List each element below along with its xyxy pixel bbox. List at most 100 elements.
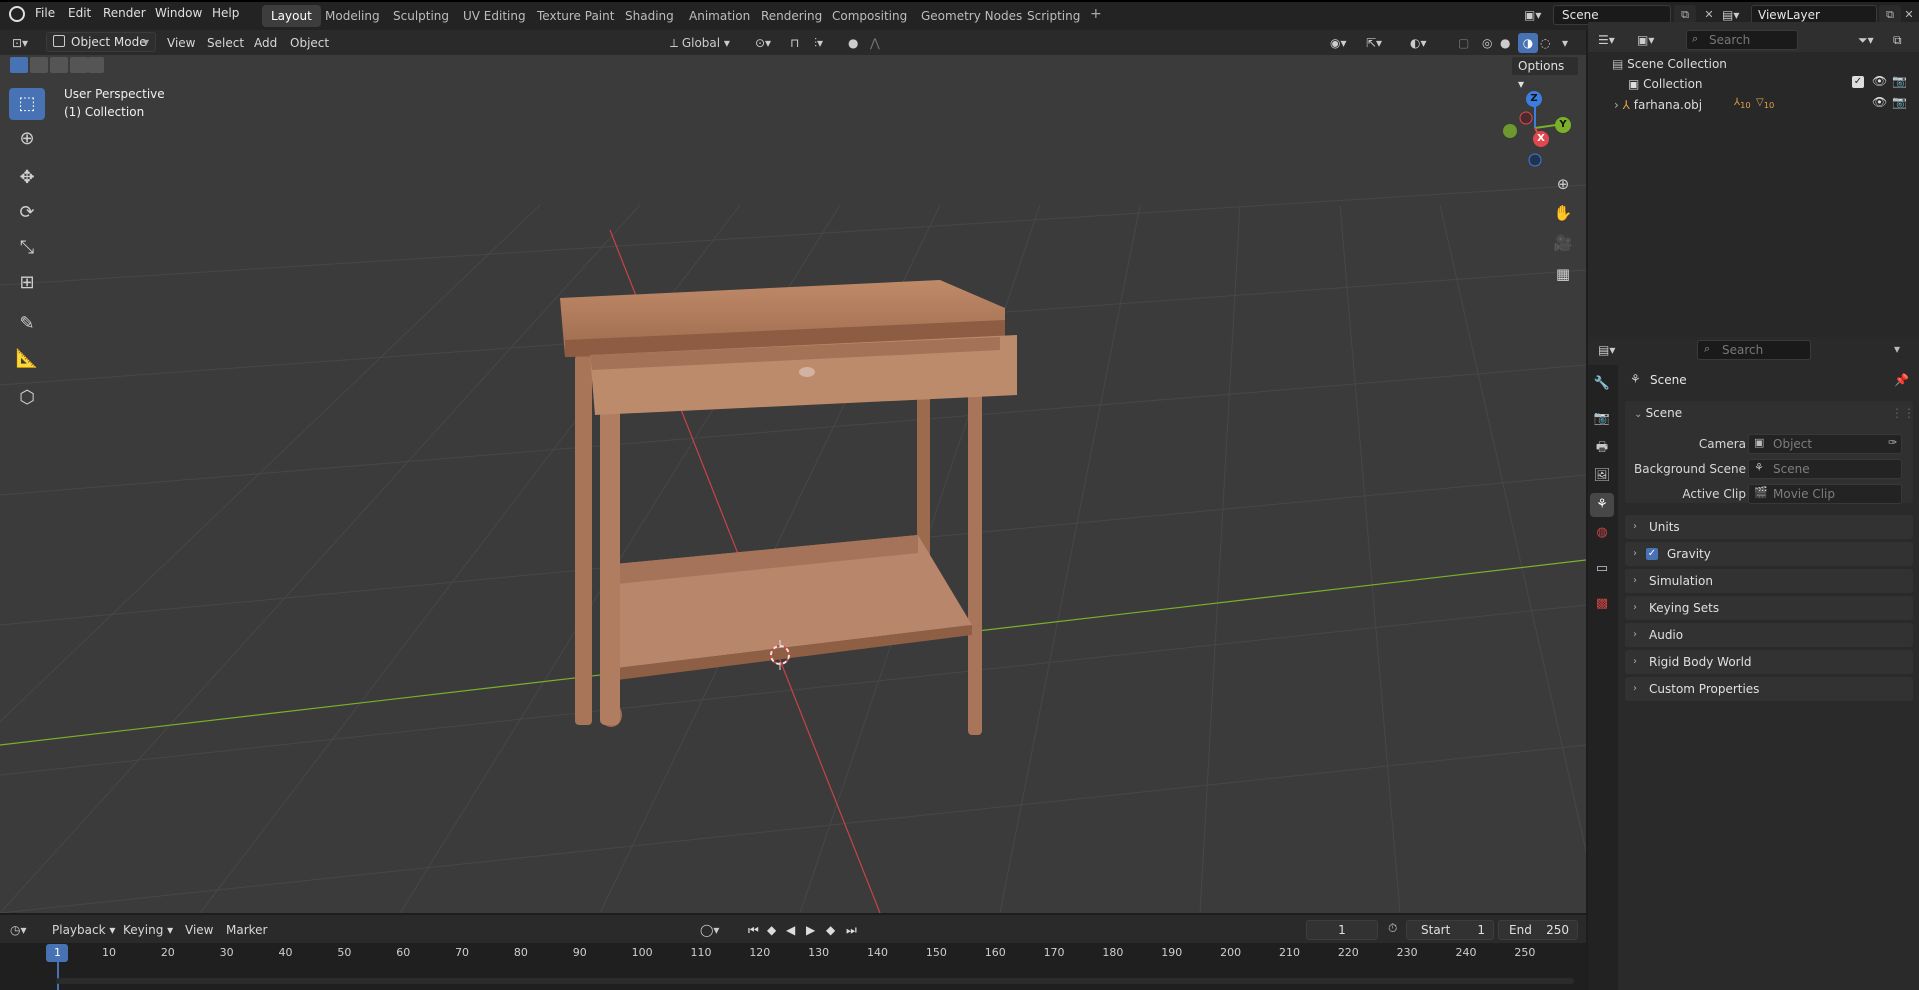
play-icon[interactable]: ▶ (806, 920, 820, 940)
select-box-new-icon[interactable] (10, 57, 28, 73)
snap-target-icon[interactable]: ⫶▾ (814, 33, 844, 53)
panel-rigid-body-world[interactable]: › Rigid Body World (1625, 650, 1913, 674)
blender-logo-icon[interactable] (9, 6, 25, 22)
editor-type-icon[interactable]: ⊡▾ (12, 33, 40, 53)
scene-section-header[interactable]: ⌄ Scene (1634, 406, 1682, 420)
zoom-icon[interactable]: ⊕ (1549, 170, 1577, 198)
outliner-row-collection[interactable]: ▣ Collection (1628, 74, 1703, 94)
select-intersect-icon[interactable] (88, 57, 104, 73)
cursor-tool-icon[interactable]: ⊕ (9, 123, 45, 155)
proportional-falloff-icon[interactable]: ⋀ (870, 33, 900, 53)
pivot-point-icon[interactable]: ⊙▾ (755, 33, 785, 53)
tab-animation[interactable]: Animation (680, 5, 759, 27)
gizmo-x-axis[interactable]: X (1533, 131, 1549, 147)
panel-gravity[interactable]: › Gravity (1625, 542, 1913, 566)
camera-view-icon[interactable]: 🎥 (1549, 229, 1577, 257)
play-reverse-icon[interactable]: ◀ (786, 920, 800, 940)
panel-simulation[interactable]: › Simulation (1625, 569, 1913, 593)
new-collection-icon[interactable]: ⧉ (1893, 30, 1913, 50)
active-clip-field[interactable]: Movie Clip (1748, 484, 1902, 504)
display-mode-icon[interactable]: ▣▾ (1637, 30, 1667, 50)
outliner-row-scene-collection[interactable]: ▤ Scene Collection (1612, 54, 1727, 74)
scene-browse-icon[interactable]: ▣▾ (1524, 5, 1550, 25)
proportional-editing-icon[interactable]: ● (848, 33, 868, 53)
timeline-menu-keying[interactable]: Keying ▾ (123, 923, 173, 937)
menu-render[interactable]: Render (103, 6, 146, 20)
viewport-menu-view[interactable]: View (167, 36, 195, 50)
transform-tool-icon[interactable]: ⊞ (9, 267, 45, 299)
eye-icon[interactable]: 👁 (1872, 74, 1887, 88)
tab-scripting[interactable]: Scripting (1018, 5, 1089, 27)
select-difference-icon[interactable] (70, 57, 88, 73)
gizmo-y-axis[interactable]: Y (1555, 117, 1571, 133)
rendered-shading-icon[interactable]: ◌ (1540, 33, 1560, 53)
start-frame-field[interactable]: Start 1 (1406, 920, 1494, 940)
menu-file[interactable]: File (35, 6, 55, 20)
shading-options-icon[interactable]: ▾ (1562, 33, 1578, 53)
xray-icon[interactable]: ▢ (1458, 33, 1478, 53)
overlays-icon[interactable]: ◐▾ (1410, 33, 1446, 53)
measure-tool-icon[interactable]: 📐 (9, 343, 45, 375)
properties-options-icon[interactable]: ▾ (1894, 342, 1900, 356)
viewport-menu-object[interactable]: Object (290, 36, 329, 50)
render-tab-icon[interactable]: 📷 (1590, 407, 1614, 431)
drag-handle-icon[interactable]: ⋮⋮ (1891, 406, 1915, 420)
wireframe-shading-icon[interactable]: ◎ (1482, 33, 1502, 53)
panel-audio[interactable]: › Audio (1625, 623, 1913, 647)
panel-custom-properties[interactable]: › Custom Properties (1625, 677, 1913, 701)
eye-icon[interactable]: 👁 (1872, 95, 1887, 109)
panel-units[interactable]: › Units (1625, 515, 1913, 539)
options-dropdown[interactable]: Options ▾ (1511, 56, 1579, 91)
tab-texture-paint[interactable]: Texture Paint (528, 5, 623, 27)
tab-compositing[interactable]: Compositing (823, 5, 916, 27)
solid-shading-icon[interactable]: ● (1500, 33, 1520, 53)
world-tab-icon[interactable]: ◍ (1590, 521, 1614, 545)
jump-start-icon[interactable]: ⏮ (748, 920, 762, 940)
jump-end-icon[interactable]: ⏭ (846, 920, 860, 940)
select-subtract-icon[interactable] (50, 57, 68, 73)
tab-layout[interactable]: Layout (262, 5, 321, 27)
timeline-menu-marker[interactable]: Marker (226, 923, 267, 937)
tab-modeling[interactable]: Modeling (316, 5, 389, 27)
rotate-tool-icon[interactable]: ⟳ (9, 197, 45, 229)
add-workspace-icon[interactable]: + (1090, 6, 1102, 22)
tab-geometry-nodes[interactable]: Geometry Nodes (912, 5, 1031, 27)
select-tool-icon[interactable]: ⬚ (9, 88, 45, 120)
camera-field[interactable]: Object (1748, 434, 1902, 454)
gizmo-z-axis[interactable]: Z (1526, 91, 1542, 107)
properties-search-input[interactable]: Search (1697, 340, 1811, 360)
collection-tab-icon[interactable]: ▭ (1590, 557, 1614, 581)
tab-uv-editing[interactable]: UV Editing (454, 5, 535, 27)
eyedropper-icon[interactable]: ✑ (1888, 436, 1897, 449)
pin-icon[interactable]: 📌 (1894, 373, 1909, 387)
pan-hand-icon[interactable]: ✋ (1549, 199, 1577, 227)
material-preview-shading-icon[interactable]: ◑ (1518, 33, 1538, 53)
menu-window[interactable]: Window (155, 6, 202, 20)
camera-render-icon[interactable]: 📷 (1892, 95, 1907, 109)
scale-tool-icon[interactable]: ⤡ (9, 232, 45, 264)
preview-range-icon[interactable]: ⏱ (1388, 921, 1397, 936)
viewport-menu-add[interactable]: Add (254, 36, 277, 50)
tab-sculpting[interactable]: Sculpting (384, 5, 458, 27)
panel-keying-sets[interactable]: › Keying Sets (1625, 596, 1913, 620)
timeline-menu-playback[interactable]: Playback ▾ (52, 923, 115, 937)
end-frame-field[interactable]: End 250 (1498, 920, 1578, 940)
next-keyframe-icon[interactable]: ◆ (826, 920, 840, 940)
transform-orientation-dropdown[interactable]: ⟂ Global ▾ (670, 33, 730, 53)
menu-edit[interactable]: Edit (68, 6, 91, 20)
menu-help[interactable]: Help (212, 6, 239, 20)
visibility-icon[interactable]: ◉▾ (1330, 33, 1360, 53)
tab-rendering[interactable]: Rendering (752, 5, 831, 27)
viewport-menu-select[interactable]: Select (207, 36, 244, 50)
outliner-row-farhana-obj[interactable]: › ⅄ farhana.obj (1614, 95, 1702, 115)
move-tool-icon[interactable]: ✥ (9, 162, 45, 194)
timeline-menu-view[interactable]: View (185, 923, 213, 937)
filter-icon[interactable]: ⏷▾ (1858, 30, 1888, 50)
gravity-checkbox[interactable]: ✓ (1646, 548, 1658, 560)
outliner-search-input[interactable]: Search (1686, 30, 1798, 50)
background-scene-field[interactable]: Scene (1748, 459, 1902, 479)
exclude-checkbox[interactable]: ✓ (1852, 76, 1864, 88)
snap-icon[interactable]: ⊓ (790, 33, 814, 53)
add-cube-tool-icon[interactable]: ⬡ (9, 382, 45, 414)
prev-keyframe-icon[interactable]: ◆ (767, 920, 781, 940)
